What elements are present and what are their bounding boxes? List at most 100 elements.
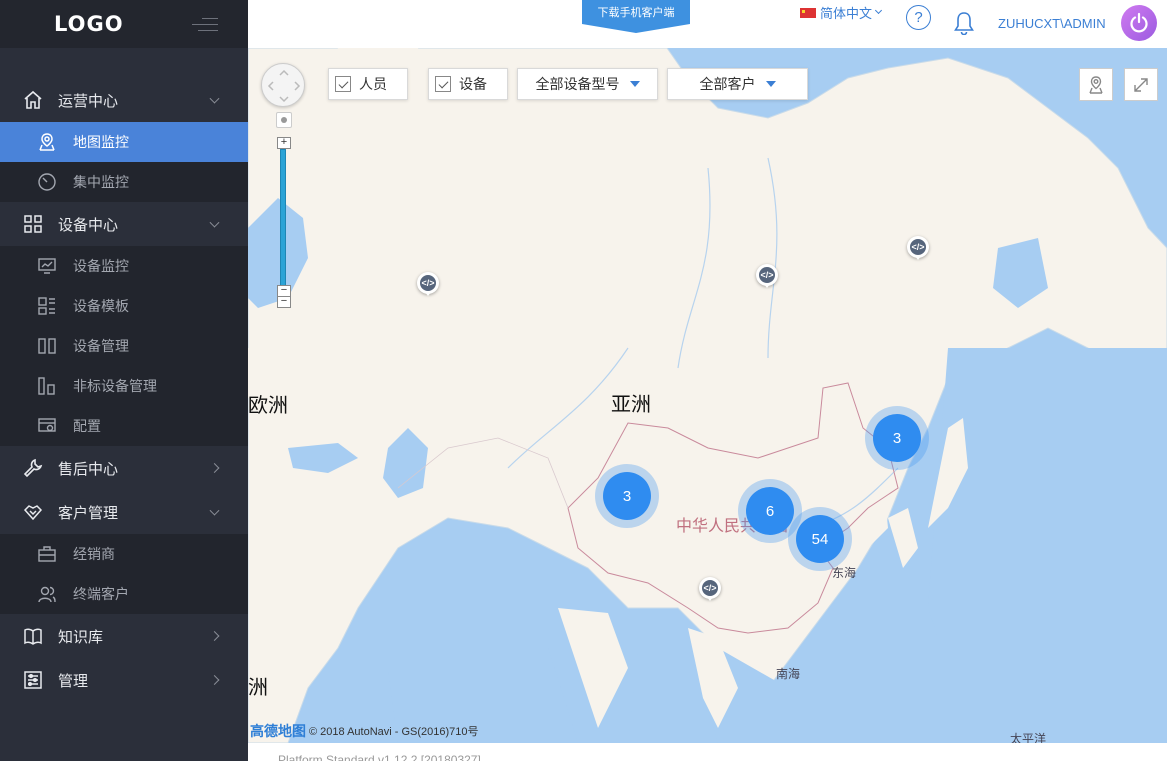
copyright-text: © 2018 AutoNavi - GS(2016)710号 (309, 726, 479, 738)
menu-group-label: 售后中心 (58, 460, 119, 478)
locate-button[interactable] (1079, 68, 1113, 101)
map-view[interactable]: 人员 设备 全部设备型号 全部客户 + − − 欧洲 亚洲 洲 中华人民共和国 … (248, 48, 1167, 743)
briefcase-icon (37, 544, 57, 564)
menu-item-label: 设备监控 (73, 258, 129, 274)
device-type-dropdown[interactable]: 全部设备型号 (517, 68, 658, 100)
expand-icon (1134, 77, 1148, 92)
menu-group-operations[interactable]: 运营中心 (0, 78, 248, 122)
checkbox-checked-icon (435, 76, 451, 92)
device-marker[interactable]: </> (907, 236, 929, 260)
menu-group-aftersales[interactable]: 售后中心 (0, 446, 248, 490)
menu-item-end-customer[interactable]: 终端客户 (0, 574, 248, 614)
chevron-right-icon (209, 675, 220, 685)
menu-group-devices[interactable]: 设备中心 (0, 202, 248, 246)
map-copyright: 高德地图 © 2018 AutoNavi - GS(2016)710号 (250, 721, 479, 741)
side-menu: 运营中心 地图监控 集中监控 设备中心 设备监控 设备模板 设备管理 非标设备管… (0, 78, 248, 702)
device-type-value: 全部设备型号 (535, 76, 620, 92)
checkbox-checked-icon (335, 76, 351, 92)
menu-item-label: 集中监控 (73, 174, 129, 190)
template-icon (37, 296, 57, 316)
submenu-operations: 地图监控 集中监控 (0, 122, 248, 202)
handshake-icon (22, 501, 44, 523)
top-header: 下载手机客户端 简体中文 ? ZUHUCXT\ADMIN (248, 0, 1167, 48)
settings-sliders-icon (22, 669, 44, 691)
chevron-down-icon (209, 217, 220, 228)
device-marker[interactable]: </> (756, 264, 778, 288)
label-europe: 欧洲 (248, 393, 288, 417)
map-pan-control[interactable] (261, 63, 305, 107)
power-avatar-icon[interactable] (1121, 5, 1157, 41)
customer-dropdown[interactable]: 全部客户 (667, 68, 808, 100)
dropdown-arrow-icon (765, 81, 776, 87)
bell-icon[interactable] (953, 11, 975, 40)
chevron-down-icon (874, 6, 883, 15)
amap-logo: 高德地图 (250, 723, 306, 739)
menu-item-device-monitor[interactable]: 设备监控 (0, 246, 248, 286)
people-filter-checkbox[interactable]: 人员 (328, 68, 408, 100)
menu-group-label: 知识库 (58, 628, 104, 646)
menu-group-label: 客户管理 (58, 504, 119, 522)
link-icon: </> (911, 242, 925, 252)
zoom-slider[interactable] (280, 149, 286, 299)
menu-item-central-monitor[interactable]: 集中监控 (0, 162, 248, 202)
menu-item-config[interactable]: 配置 (0, 406, 248, 446)
columns-icon (37, 336, 57, 356)
zoom-in-button[interactable]: + (277, 137, 291, 149)
language-select[interactable]: 简体中文 (800, 3, 883, 22)
customer-value: 全部客户 (699, 76, 756, 92)
link-icon: </> (760, 270, 774, 280)
menu-item-nonstandard-device[interactable]: 非标设备管理 (0, 366, 248, 406)
map-pin-icon (37, 132, 57, 152)
device-marker[interactable]: </> (699, 577, 721, 601)
marker-cluster[interactable]: 3 (865, 406, 929, 470)
menu-item-label: 非标设备管理 (73, 378, 157, 394)
cluster-count: 3 (602, 471, 652, 521)
china-flag-icon (800, 7, 816, 18)
help-icon[interactable]: ? (906, 5, 931, 30)
menu-toggle-icon[interactable] (192, 17, 218, 31)
download-app-button[interactable]: 下载手机客户端 (582, 0, 690, 33)
fullscreen-button[interactable] (1124, 68, 1158, 101)
menu-item-label: 配置 (73, 418, 101, 434)
menu-item-device-manage[interactable]: 设备管理 (0, 326, 248, 366)
label-south-sea: 南海 (776, 667, 801, 681)
menu-item-label: 设备管理 (73, 338, 129, 354)
chevron-right-icon (209, 463, 220, 473)
cluster-count: 54 (795, 514, 845, 564)
menu-item-device-template[interactable]: 设备模板 (0, 286, 248, 326)
map-terrain (248, 48, 1167, 743)
menu-group-label: 设备中心 (58, 216, 119, 234)
people-filter-label: 人员 (359, 76, 387, 92)
menu-group-label: 运营中心 (58, 92, 119, 110)
chevron-right-icon (209, 631, 220, 641)
device-marker[interactable]: </> (417, 272, 439, 296)
wrench-icon (22, 457, 44, 479)
menu-item-map-monitor[interactable]: 地图监控 (0, 122, 248, 162)
zoom-out-button[interactable]: − (277, 296, 291, 308)
device-filter-label: 设备 (459, 76, 487, 92)
username[interactable]: ZUHUCXT\ADMIN (998, 16, 1106, 31)
location-pin-icon (1089, 75, 1103, 94)
marker-cluster[interactable]: 3 (595, 464, 659, 528)
logo: LOGO (54, 12, 124, 36)
grid-icon (22, 213, 44, 235)
label-partial: 洲 (248, 675, 268, 699)
marker-cluster[interactable]: 54 (788, 507, 852, 571)
menu-group-customers[interactable]: 客户管理 (0, 490, 248, 534)
menu-group-admin[interactable]: 管理 (0, 658, 248, 702)
zoom-reset-button[interactable] (276, 112, 292, 128)
gauge-icon (37, 172, 57, 192)
monitor-chart-icon (37, 256, 57, 276)
link-icon: </> (703, 583, 717, 593)
menu-group-knowledge[interactable]: 知识库 (0, 614, 248, 658)
menu-item-label: 地图监控 (73, 134, 129, 150)
link-icon: </> (421, 278, 435, 288)
bar-blocks-icon (37, 376, 57, 396)
menu-item-label: 终端客户 (73, 586, 129, 602)
book-icon (22, 625, 44, 647)
dropdown-arrow-icon (629, 81, 640, 87)
device-filter-checkbox[interactable]: 设备 (428, 68, 508, 100)
sidebar: LOGO 运营中心 地图监控 集中监控 设备中心 设备监控 设备模板 设备管理 … (0, 0, 248, 761)
config-icon (37, 416, 57, 436)
menu-item-dealer[interactable]: 经销商 (0, 534, 248, 574)
